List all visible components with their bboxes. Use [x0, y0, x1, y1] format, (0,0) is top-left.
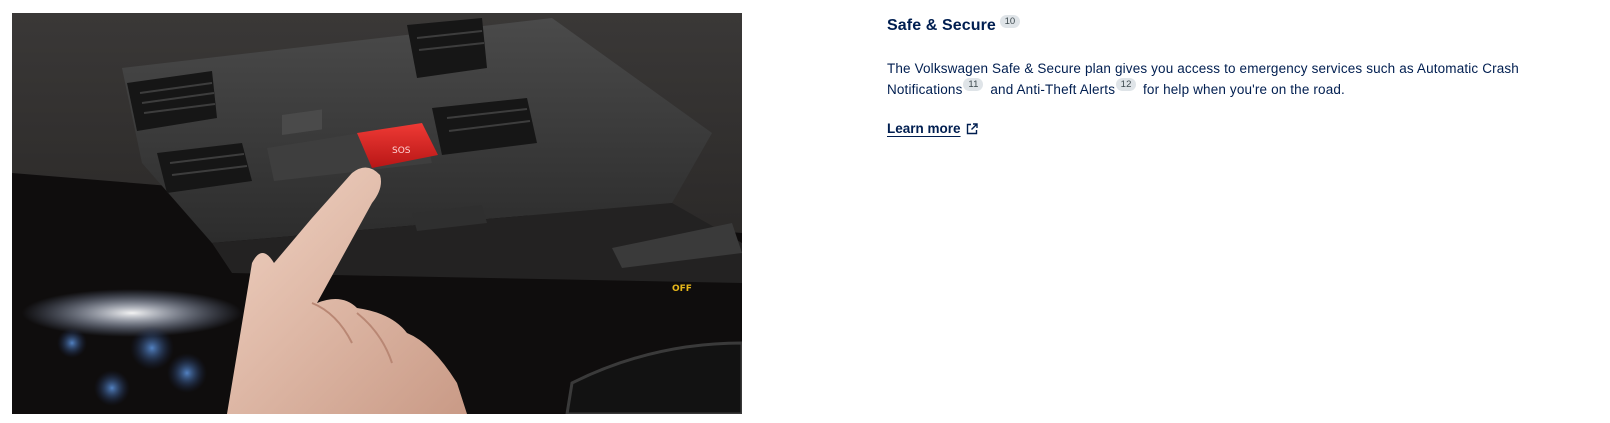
footnote-badge[interactable]: 10	[999, 15, 1020, 28]
footnote-badge[interactable]: 11	[963, 77, 984, 91]
section-description: The Volkswagen Safe & Secure plan gives …	[887, 58, 1527, 100]
description-text: and Anti-Theft Alerts	[990, 82, 1116, 97]
sos-button-image: SOS OFF	[12, 13, 742, 414]
footnote-badge[interactable]: 12	[1116, 77, 1137, 91]
svg-text:SOS: SOS	[392, 146, 411, 156]
section-title-row: Safe & Secure 10	[887, 14, 1527, 38]
description-text: for help when you're on the road.	[1143, 82, 1345, 97]
section-title: Safe & Secure	[887, 17, 996, 34]
page: SOS OFF Safe & Secure 10 The Volkswagen …	[0, 0, 1610, 423]
learn-more-link[interactable]: Learn more	[887, 121, 978, 136]
external-link-icon	[966, 122, 978, 134]
safe-secure-section: Safe & Secure 10 The Volkswagen Safe & S…	[887, 12, 1527, 138]
learn-more-label: Learn more	[887, 121, 961, 136]
svg-text:OFF: OFF	[672, 284, 692, 294]
hero-image: SOS OFF	[12, 13, 742, 414]
